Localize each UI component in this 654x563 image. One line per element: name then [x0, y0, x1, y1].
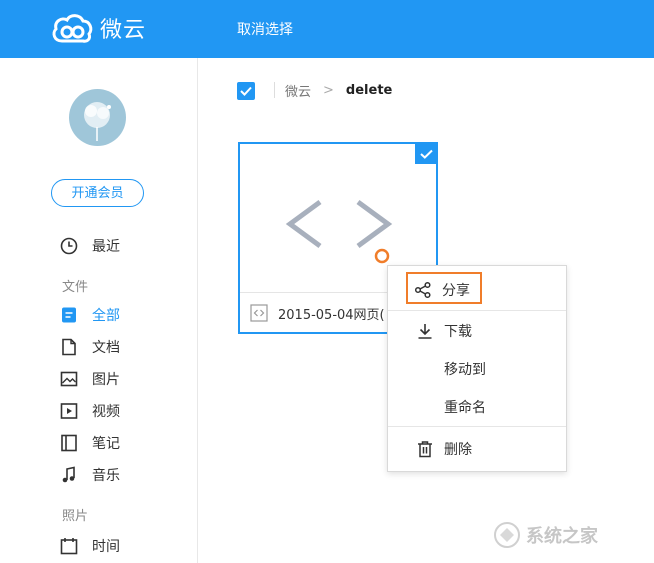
sidebar-item-images[interactable]: 图片	[60, 367, 120, 391]
sidebar-item-label: 笔记	[92, 436, 120, 452]
clock-icon	[60, 237, 78, 255]
sidebar-item-recent[interactable]: 最近	[60, 234, 120, 258]
cursor-indicator-icon	[374, 248, 390, 264]
breadcrumb: 微云 > delete	[274, 80, 392, 100]
document-icon	[60, 338, 78, 356]
share-icon	[414, 281, 432, 299]
breadcrumb-current: delete	[345, 82, 393, 98]
check-icon	[240, 86, 252, 96]
sidebar-item-videos[interactable]: 视频	[60, 399, 120, 423]
sidebar-item-notes[interactable]: 笔记	[60, 431, 120, 455]
check-icon	[419, 149, 433, 159]
sidebar-item-label: 视频	[92, 404, 120, 420]
trash-icon	[416, 440, 434, 458]
breadcrumb-divider	[274, 82, 275, 98]
menu-item-rename[interactable]: 重命名	[388, 388, 566, 426]
sidebar: 开通会员 最近 文件 全部 文档 图片 视频 笔记 音乐 照片 时间	[0, 58, 198, 563]
menu-item-label: 下载	[444, 324, 472, 340]
watermark-text: 系统之家	[526, 526, 598, 547]
sidebar-item-label: 全部	[92, 308, 120, 324]
photos-section-label: 照片	[62, 509, 89, 524]
note-icon	[60, 434, 78, 452]
top-bar: 微云 取消选择	[0, 0, 654, 58]
sidebar-item-label: 时间	[92, 539, 120, 555]
sidebar-item-label: 最近	[92, 239, 120, 255]
sidebar-item-label: 图片	[92, 372, 120, 388]
cloud-logo-icon	[52, 14, 93, 43]
file-selected-checkbox[interactable]	[415, 144, 437, 164]
menu-item-delete[interactable]: 删除	[388, 430, 566, 468]
music-icon	[60, 466, 78, 484]
sidebar-item-label: 音乐	[92, 468, 120, 484]
chevron-right-icon: >	[323, 82, 334, 98]
menu-item-label: 移动到	[444, 362, 486, 378]
logo[interactable]: 微云	[50, 11, 146, 45]
video-icon	[60, 402, 78, 420]
file-name: 2015-05-04网页(	[278, 307, 385, 323]
menu-item-label: 分享	[442, 283, 470, 299]
html-file-type-icon	[250, 304, 268, 322]
menu-divider	[388, 426, 566, 427]
breadcrumb-root[interactable]: 微云	[285, 81, 311, 100]
sidebar-item-time[interactable]: 时间	[60, 534, 120, 558]
image-icon	[60, 370, 78, 388]
menu-item-label: 删除	[444, 442, 472, 458]
download-icon	[416, 322, 434, 340]
open-vip-button[interactable]: 开通会员	[51, 179, 144, 207]
files-section-label: 文件	[62, 280, 89, 295]
menu-item-download[interactable]: 下载	[388, 312, 566, 350]
sidebar-item-label: 文档	[92, 340, 120, 356]
menu-divider	[388, 310, 566, 311]
watermark-logo-icon	[494, 522, 520, 548]
select-all-checkbox[interactable]	[237, 82, 255, 100]
avatar[interactable]	[69, 89, 126, 146]
menu-item-share[interactable]: 分享	[414, 280, 470, 300]
cancel-selection-button[interactable]: 取消选择	[237, 19, 293, 39]
all-files-icon	[60, 306, 78, 324]
logo-text: 微云	[100, 18, 147, 43]
sidebar-item-all[interactable]: 全部	[60, 303, 120, 327]
watermark: 系统之家	[492, 520, 598, 550]
menu-item-label: 重命名	[444, 400, 486, 416]
sidebar-item-music[interactable]: 音乐	[60, 463, 120, 487]
menu-item-move-to[interactable]: 移动到	[388, 350, 566, 388]
sidebar-item-documents[interactable]: 文档	[60, 335, 120, 359]
avatar-dandelion-icon	[84, 102, 111, 141]
calendar-icon	[60, 537, 78, 555]
